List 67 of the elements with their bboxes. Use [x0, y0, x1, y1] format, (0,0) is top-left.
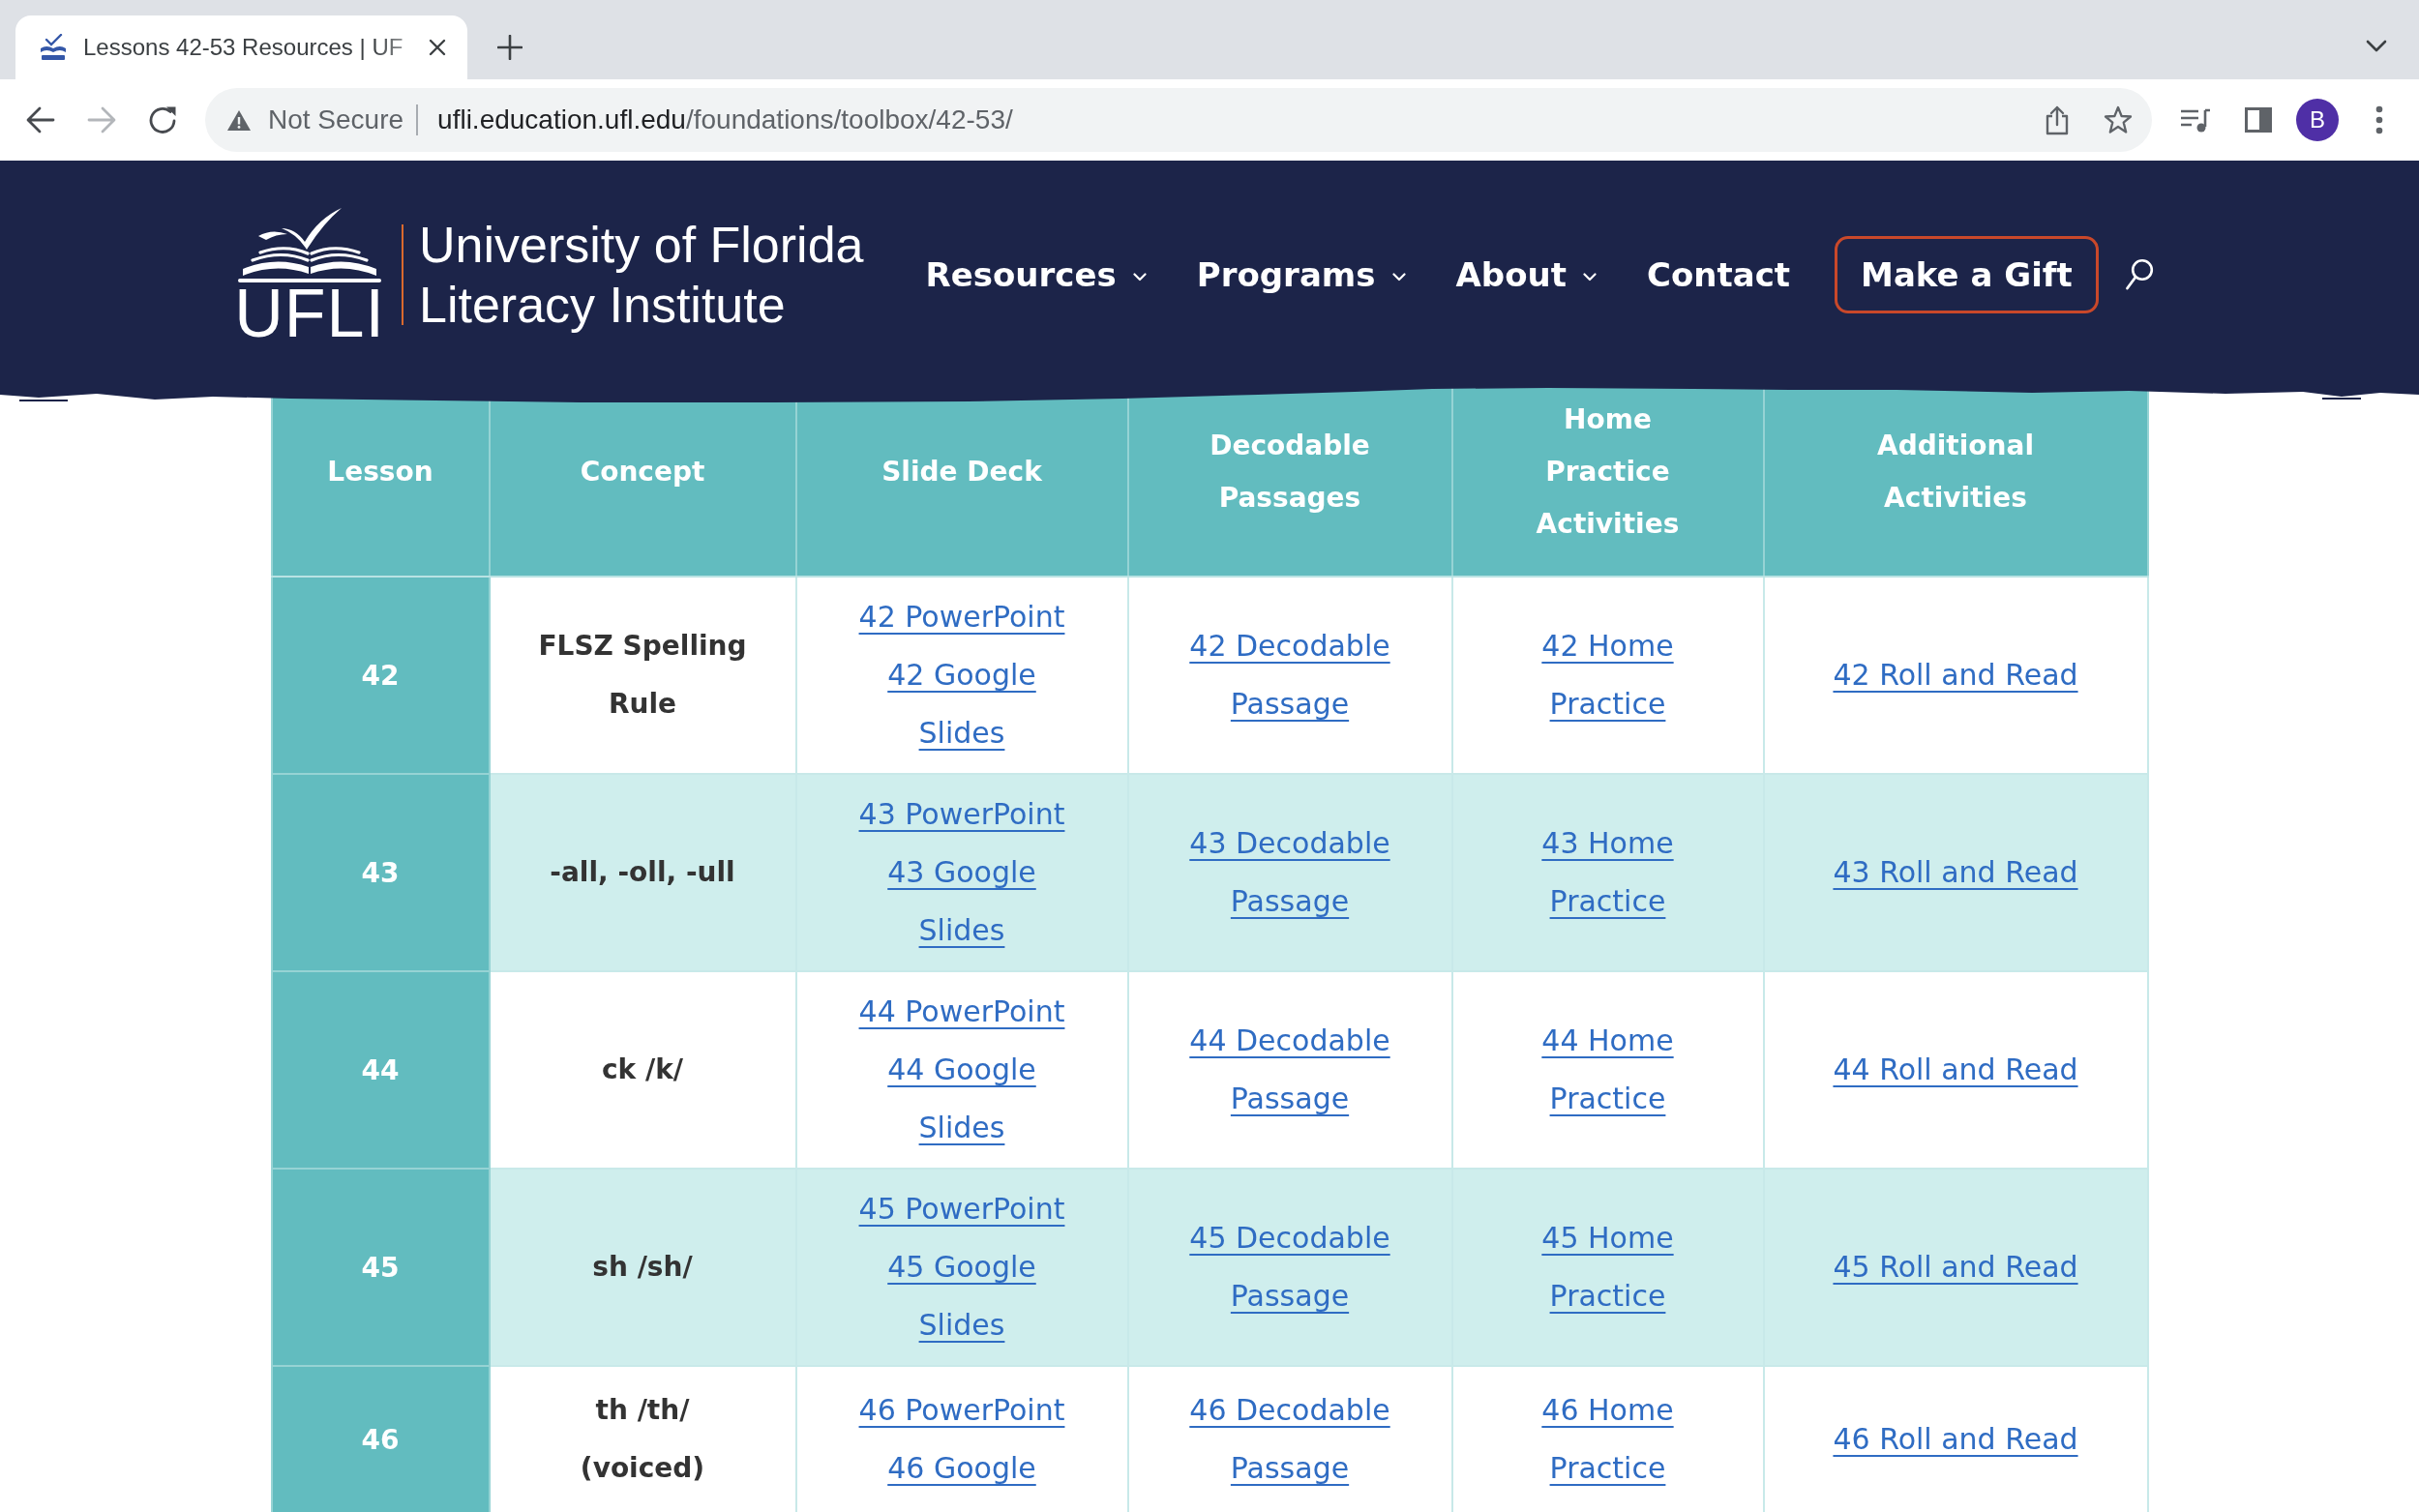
home-practice-link[interactable]: 46 Home Practice — [1513, 1381, 1702, 1497]
decodable-passage-link[interactable]: 43 Decodable Passage — [1159, 815, 1420, 931]
additional-activity-link[interactable]: 42 Roll and Read — [1833, 646, 2078, 704]
concept-cell: ck /k/ — [489, 971, 796, 1169]
address-bar[interactable]: Not Secure ufli.education.ufl.edu/foundations/toolbox/42-53/ — [205, 88, 2152, 152]
slide-deck-link[interactable]: 42 PowerPoint — [858, 588, 1065, 646]
chevron-down-icon[interactable] — [2366, 40, 2387, 52]
lesson-number-cell: 46 — [271, 1366, 490, 1512]
url-text[interactable]: ufli.education.ufl.edu/foundations/toolbox/42-53/ — [437, 104, 1013, 135]
logo-abbreviation[interactable]: UFLI — [234, 284, 385, 342]
concept-cell: th /th/ (voiced) — [489, 1366, 796, 1512]
additional-activity-link[interactable]: 44 Roll and Read — [1833, 1041, 2078, 1099]
gift-button[interactable]: Make a Gift — [1835, 236, 2099, 313]
nav-link[interactable]: About — [1455, 254, 1597, 295]
home-practice-link[interactable]: 43 Home Practice — [1513, 815, 1702, 931]
additional-activity-link[interactable]: 43 Roll and Read — [1833, 844, 2078, 902]
book-and-bird-logo-icon[interactable] — [237, 207, 382, 284]
additional-activity-link[interactable]: 45 Roll and Read — [1833, 1238, 2078, 1296]
close-icon[interactable] — [429, 39, 446, 56]
nav-link[interactable]: Resources — [925, 254, 1147, 295]
nav-link[interactable]: Contact — [1646, 254, 1791, 295]
column-header: Lesson — [327, 454, 433, 489]
warning-triangle-icon[interactable] — [226, 108, 252, 132]
lesson-number-cell: 42 — [271, 577, 490, 774]
home-practice-link[interactable]: 44 Home Practice — [1513, 1012, 1702, 1128]
nav-link[interactable]: Programs — [1196, 254, 1406, 295]
column-header: Concept — [580, 454, 705, 489]
star-icon[interactable] — [2104, 105, 2133, 134]
concept-cell: FLSZ Spelling Rule — [489, 577, 796, 774]
slide-deck-link[interactable]: 45 Google Slides — [849, 1238, 1075, 1354]
lesson-number-cell: 43 — [271, 774, 490, 971]
share-icon[interactable] — [2045, 104, 2070, 135]
browser-tab[interactable]: Lessons 42-53 Resources | UF — [15, 15, 467, 79]
reload-icon[interactable] — [148, 105, 177, 134]
home-practice-link[interactable]: 42 Home Practice — [1513, 617, 1702, 733]
lesson-number-cell: 44 — [271, 971, 490, 1169]
slide-deck-link[interactable]: 46 PowerPoint — [858, 1381, 1065, 1439]
column-header: Decodable Passages — [1209, 428, 1371, 516]
column-header: Slide Deck — [881, 454, 1042, 489]
additional-activity-link[interactable]: 46 Roll and Read — [1833, 1410, 2078, 1468]
side-panel-icon[interactable] — [2245, 107, 2272, 133]
concept-cell: sh /sh/ — [489, 1169, 796, 1366]
decodable-passage-link[interactable]: 46 Decodable Passage — [1159, 1381, 1420, 1497]
more-menu-icon[interactable] — [2375, 105, 2383, 134]
plus-icon[interactable] — [497, 35, 523, 60]
home-practice-link[interactable]: 45 Home Practice — [1513, 1209, 1702, 1325]
slide-deck-link[interactable]: 43 Google Slides — [849, 844, 1075, 960]
music-queue-icon[interactable] — [2180, 106, 2211, 133]
slide-deck-link[interactable]: 42 Google Slides — [849, 646, 1075, 762]
column-header: Home Practice Activities — [1535, 401, 1681, 542]
decodable-passage-link[interactable]: 42 Decodable Passage — [1159, 617, 1420, 733]
concept-cell: -all, -oll, -ull — [489, 774, 796, 971]
slide-deck-link[interactable]: 45 PowerPoint — [858, 1180, 1065, 1238]
lesson-number-cell: 45 — [271, 1169, 490, 1366]
profile-avatar[interactable]: B — [2296, 99, 2339, 141]
slide-deck-link[interactable]: 44 PowerPoint — [858, 983, 1065, 1041]
slide-deck-link[interactable]: 43 PowerPoint — [858, 786, 1065, 844]
book-favicon-icon — [39, 34, 68, 61]
institute-name[interactable]: University of Florida Literacy Institute — [419, 215, 864, 335]
security-label[interactable]: Not Secure — [268, 104, 404, 135]
column-header: Additional Activities — [1876, 428, 2035, 516]
slide-deck-link[interactable]: 46 Google — [887, 1439, 1036, 1497]
decodable-passage-link[interactable]: 45 Decodable Passage — [1159, 1209, 1420, 1325]
slide-deck-link[interactable]: 44 Google Slides — [849, 1041, 1075, 1157]
back-arrow-icon[interactable] — [26, 106, 55, 133]
decodable-passage-link[interactable]: 44 Decodable Passage — [1159, 1012, 1420, 1128]
search-icon[interactable] — [2124, 258, 2154, 291]
